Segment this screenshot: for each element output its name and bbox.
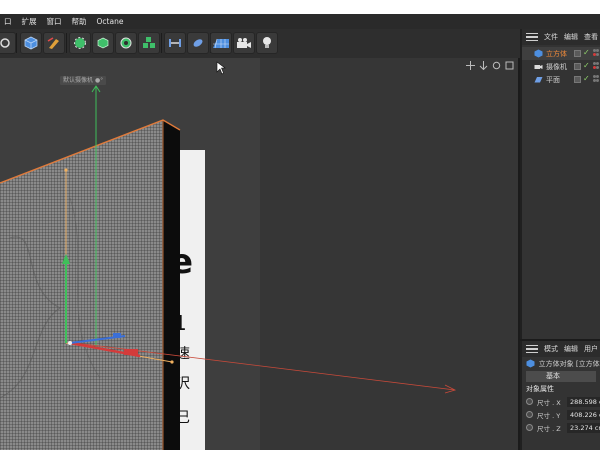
hamburger-icon[interactable] (526, 345, 538, 353)
attribute-manager-header: 模式 编辑 用户 (522, 341, 600, 357)
attribute-manager: 模式 编辑 用户 立方体对象 [立方体] 基本 对象属性 尺寸 . X 288.… (520, 341, 600, 450)
menu-item-extensions[interactable]: 扩展 (18, 16, 43, 27)
object-row-cube[interactable]: 立方体 ✓ (522, 47, 600, 60)
floor-button[interactable] (210, 32, 232, 54)
light-button[interactable] (256, 32, 278, 54)
subdivision-button[interactable] (69, 32, 91, 54)
render-dots-icon[interactable] (593, 49, 599, 57)
menu-item-window-partial[interactable]: 口 (0, 16, 18, 27)
toolbar-separator (16, 33, 17, 53)
mograph-button[interactable] (138, 32, 160, 54)
visibility-checkbox[interactable] (574, 63, 581, 70)
hamburger-icon[interactable] (526, 33, 538, 41)
cube-icon (526, 359, 535, 368)
keyframe-icon[interactable] (526, 424, 533, 431)
mograph-icon (143, 37, 155, 48)
menu-item-octane[interactable]: Octane (93, 17, 130, 26)
floor-icon (213, 38, 229, 49)
field-icon (193, 39, 203, 47)
cube-side-face (163, 120, 180, 450)
object-row-plane[interactable]: 平面 ✓ (522, 73, 600, 86)
boole-button[interactable] (115, 32, 137, 54)
undo-icon (0, 38, 10, 48)
field-button[interactable] (187, 32, 209, 54)
render-dots-icon[interactable] (593, 62, 599, 70)
tab-user[interactable]: 用户 (584, 344, 598, 354)
enabled-check-icon[interactable]: ✓ (583, 61, 590, 70)
size-x-input[interactable]: 288.598 cm (567, 396, 600, 407)
plane-icon (534, 77, 543, 83)
menu-bar: 口 扩展 窗口 帮助 Octane (0, 14, 600, 29)
light-icon (263, 37, 271, 48)
pen-icon (47, 37, 59, 49)
viewport-nav (466, 61, 514, 71)
camera-icon (237, 38, 251, 48)
tab-view[interactable]: 查看 (584, 32, 598, 42)
object-name: 立方体 (546, 49, 567, 58)
menu-item-window[interactable]: 窗口 (43, 16, 68, 27)
size-z-row: 尺寸 . Z 23.274 cm (522, 421, 600, 434)
object-row-camera[interactable]: 摄像机 ✓ (522, 60, 600, 73)
camera-label-suffix: ●° (94, 77, 104, 84)
section-title: 对象属性 (526, 385, 554, 393)
camera-button[interactable] (233, 32, 255, 54)
tab-edit[interactable]: 编辑 (564, 32, 578, 42)
rotate-view-icon[interactable] (492, 61, 501, 70)
object-manager-header: 文件 编辑 查看 (522, 29, 600, 45)
camera-label-text: 默认摄像机 (63, 77, 94, 84)
render-dots-icon[interactable] (593, 75, 599, 83)
attribute-object-title: 立方体对象 [立方体] (522, 357, 600, 370)
size-z-input[interactable]: 23.274 cm (567, 422, 600, 433)
visibility-checkbox[interactable] (574, 76, 581, 83)
keyframe-icon[interactable] (526, 398, 533, 405)
size-y-row: 尺寸 . Y 408.226 cm (522, 408, 600, 421)
maximize-view-icon[interactable] (505, 61, 514, 70)
deformer-icon (169, 39, 181, 47)
toolbar-separator (66, 33, 67, 53)
title-strip (0, 0, 600, 14)
viewport-scene: HAI e 1 速 沢 巳 (0, 58, 518, 450)
tab-mode[interactable]: 模式 (544, 344, 558, 354)
toolbar (0, 29, 520, 58)
object-name: 平面 (546, 75, 560, 84)
tab-file[interactable]: 文件 (544, 32, 558, 42)
tab-basic[interactable]: 基本 (526, 371, 596, 382)
camera-label[interactable]: 默认摄像机 ●° (60, 76, 107, 85)
object-list: 立方体 ✓ 摄像机 ✓ 平面 ✓ (522, 47, 600, 86)
move-view-icon[interactable] (466, 61, 475, 70)
deformer-button[interactable] (164, 32, 186, 54)
3d-viewport[interactable]: HAI e 1 速 沢 巳 默认摄像机 ●° (0, 58, 518, 450)
tab-edit[interactable]: 编辑 (564, 344, 578, 354)
field-label: 尺寸 . Y (537, 411, 561, 420)
object-name: 摄像机 (546, 62, 567, 71)
boole-icon (120, 37, 132, 49)
pen-button[interactable] (43, 32, 65, 54)
menu-item-help[interactable]: 帮助 (68, 16, 93, 27)
size-y-input[interactable]: 408.226 cm (567, 409, 600, 420)
scale-view-icon[interactable] (479, 61, 488, 71)
visibility-checkbox[interactable] (574, 50, 581, 57)
cube-icon (534, 49, 543, 58)
size-x-row: 尺寸 . X 288.598 cm (522, 395, 600, 408)
enabled-check-icon[interactable]: ✓ (583, 74, 590, 83)
subdivision-icon (74, 37, 86, 49)
field-label: 尺寸 . Z (537, 424, 561, 433)
cube-button[interactable] (20, 32, 42, 54)
object-type-label: 立方体对象 [立方体] (538, 359, 600, 368)
array-icon (97, 37, 109, 49)
keyframe-icon[interactable] (526, 411, 533, 418)
array-button[interactable] (92, 32, 114, 54)
enabled-check-icon[interactable]: ✓ (583, 48, 590, 57)
cube-icon (24, 36, 38, 50)
toolbar-separator (161, 33, 162, 53)
undo-button[interactable] (0, 32, 16, 54)
object-manager: 文件 编辑 查看 立方体 ✓ 摄像机 ✓ 平面 ✓ (520, 29, 600, 339)
camera-icon (534, 65, 543, 69)
field-label: 尺寸 . X (537, 398, 561, 407)
